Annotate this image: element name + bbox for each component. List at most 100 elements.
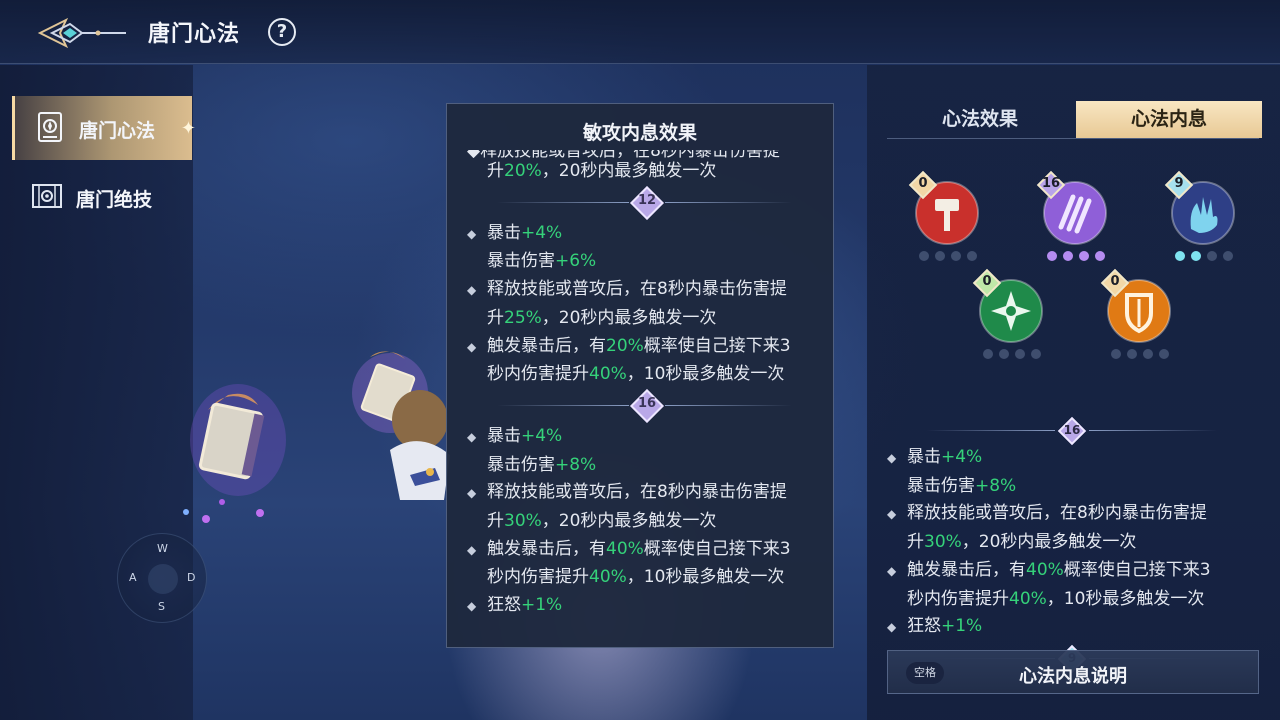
- highlight-value: 40%: [606, 538, 644, 559]
- highlight-value: 40%: [589, 364, 627, 385]
- progress-pip: [919, 251, 929, 261]
- highlight-value: +1%: [941, 616, 983, 637]
- level-number: 16: [1063, 423, 1081, 437]
- bullet-diamond-icon: ◆: [887, 563, 897, 578]
- effect-line: ◆ 暴击+4%: [467, 220, 822, 249]
- effect-line: 秒内伤害提升40%，10秒最多触发一次: [467, 564, 822, 592]
- highlight-value: 40%: [1026, 559, 1064, 580]
- key-a: A: [129, 571, 137, 584]
- tab-xinfa-effect[interactable]: 心法效果: [887, 101, 1073, 138]
- effect-line: 暴击伤害+8%: [467, 452, 822, 480]
- highlight-value: +8%: [975, 475, 1017, 496]
- tab-xinfa-neixi[interactable]: 心法内息: [1076, 101, 1262, 138]
- joystick-knob[interactable]: [148, 564, 178, 594]
- sidebar-item-label: 唐门绝技: [76, 189, 153, 211]
- progress-pips: [1169, 251, 1239, 261]
- level-number: 16: [637, 395, 657, 411]
- progress-pip: [983, 349, 993, 359]
- progress-pips: [913, 251, 983, 261]
- neixi-badge[interactable]: 0: [908, 170, 983, 265]
- highlight-value: 20%: [606, 335, 644, 356]
- divider-line: [497, 201, 629, 203]
- sidebar-item-tangmen-xinfa[interactable]: 唐门心法 ✦: [12, 96, 196, 160]
- movement-joystick[interactable]: W A D S: [117, 533, 207, 623]
- progress-pip: [1015, 349, 1025, 359]
- highlight-value: 25%: [504, 307, 542, 328]
- badge-level: 0: [1110, 274, 1120, 289]
- effect-text: 释放技能或普攻后，在8秒内暴击伤害提: [487, 279, 787, 300]
- highlight-value: +4%: [521, 425, 563, 446]
- effect-line: 升30%，20秒内最多触发一次: [467, 508, 822, 536]
- progress-pip: [1207, 251, 1217, 261]
- key-w: W: [157, 542, 168, 555]
- effect-line: ◆ 触发暴击后，有40%概率使自己接下来3: [887, 557, 1257, 586]
- neixi-effect-list: 16 ◆ 暴击+4% 暴击伤害+8% ◆ 释放技能或普攻后，在8秒内暴击伤害提 升30%，2…: [887, 416, 1257, 674]
- effect-line: ◆ 狂怒+1%: [467, 592, 822, 621]
- scroll-book-icon: [33, 110, 67, 144]
- divider-line: [665, 201, 792, 203]
- neixi-badge[interactable]: 0: [972, 268, 1047, 363]
- progress-pip: [935, 251, 945, 261]
- effect-text: 概率使自己接下来3: [643, 538, 791, 559]
- badge-level: 16: [1041, 176, 1061, 191]
- divider-line: [927, 430, 1055, 431]
- effect-line: ◆ 释放技能或普攻后，在8秒内暴击伤害提: [467, 276, 822, 305]
- effect-text: 触发暴击后，有: [487, 538, 606, 559]
- tab-bar: 心法效果 心法内息: [887, 101, 1262, 139]
- progress-pip: [1175, 251, 1185, 261]
- effect-text: 升: [907, 532, 924, 553]
- effect-line: ◆释放技能或普攻后，在8秒内暴击伤害提: [467, 150, 822, 158]
- key-d: D: [187, 571, 196, 584]
- effect-line: 升30%，20秒内最多触发一次: [887, 529, 1257, 557]
- highlight-value: 30%: [504, 511, 542, 532]
- bullet-diamond-icon: ◆: [887, 620, 897, 635]
- highlight-value: +6%: [555, 251, 597, 272]
- effect-text: ，10秒最多触发一次: [1046, 588, 1205, 609]
- effect-text: 暴击: [487, 222, 521, 243]
- sect-emblem-icon: [30, 179, 64, 213]
- sidebar-item-tangmen-jueji[interactable]: 唐门绝技: [12, 165, 192, 229]
- neixi-badge[interactable]: 16: [1036, 170, 1111, 265]
- effect-popup[interactable]: 敏攻内息效果 ◆释放技能或普攻后，在8秒内暴击伤害提升20%，20秒内最多触发一…: [446, 103, 834, 648]
- progress-pip: [1063, 251, 1073, 261]
- effect-line: ◆ 触发暴击后，有40%概率使自己接下来3: [467, 536, 822, 565]
- effect-line: 升20%，20秒内最多触发一次: [467, 158, 822, 186]
- effect-line: 升25%，20秒内最多触发一次: [467, 305, 822, 333]
- progress-pip: [951, 251, 961, 261]
- back-arrow-icon[interactable]: [36, 14, 130, 52]
- help-icon[interactable]: ?: [268, 18, 296, 46]
- divider-line: [665, 404, 792, 406]
- bullet-diamond-icon: ◆: [467, 226, 477, 241]
- effect-text: 秒内伤害提升: [487, 364, 589, 385]
- progress-pip: [1191, 251, 1201, 261]
- effect-text: 狂怒: [907, 616, 941, 637]
- effect-text: ，10秒最多触发一次: [626, 567, 785, 588]
- effect-text: 暴击伤害: [907, 475, 975, 496]
- bullet-diamond-icon: ◆: [467, 542, 477, 557]
- progress-pip: [1079, 251, 1089, 261]
- badge-level: 9: [1174, 176, 1184, 191]
- neixi-badge[interactable]: 0: [1100, 268, 1175, 363]
- progress-pip: [1127, 349, 1137, 359]
- effect-line: ◆释放技能或普攻后，在8秒内暴击伤害提: [887, 500, 1257, 529]
- progress-pip: [1143, 349, 1153, 359]
- highlight-value: +1%: [521, 595, 563, 616]
- highlight-value: +8%: [555, 454, 597, 475]
- level-number: 12: [637, 192, 657, 208]
- popup-body[interactable]: ◆ 释放技能或普攻后，在8秒内暴击伤害提 升20%，20秒内最多触发一次 12 ◆ 暴击 +…: [467, 150, 822, 621]
- highlight-value: 40%: [1009, 588, 1047, 609]
- neixi-explain-button[interactable]: 空格 心法内息说明: [887, 650, 1259, 694]
- neixi-badge[interactable]: 9: [1164, 170, 1239, 265]
- effect-text: 暴击伤害: [487, 251, 555, 272]
- effect-text: 触发暴击后，有: [487, 335, 606, 356]
- bullet-diamond-icon: ◆: [467, 283, 477, 298]
- effect-text: 释放技能或普攻后，在8秒内暴击伤害提: [907, 503, 1207, 524]
- level-divider: 12: [467, 185, 822, 220]
- effect-line: 秒内伤害提升40%，10秒最多触发一次: [887, 586, 1257, 614]
- progress-pip: [999, 349, 1009, 359]
- divider-line: [497, 404, 629, 406]
- badge-level: 0: [918, 176, 928, 191]
- scrolled-text-edge: ◆释放技能或普攻后，在8秒内暴击伤害提: [467, 150, 822, 158]
- progress-pip: [1223, 251, 1233, 261]
- progress-pip: [1095, 251, 1105, 261]
